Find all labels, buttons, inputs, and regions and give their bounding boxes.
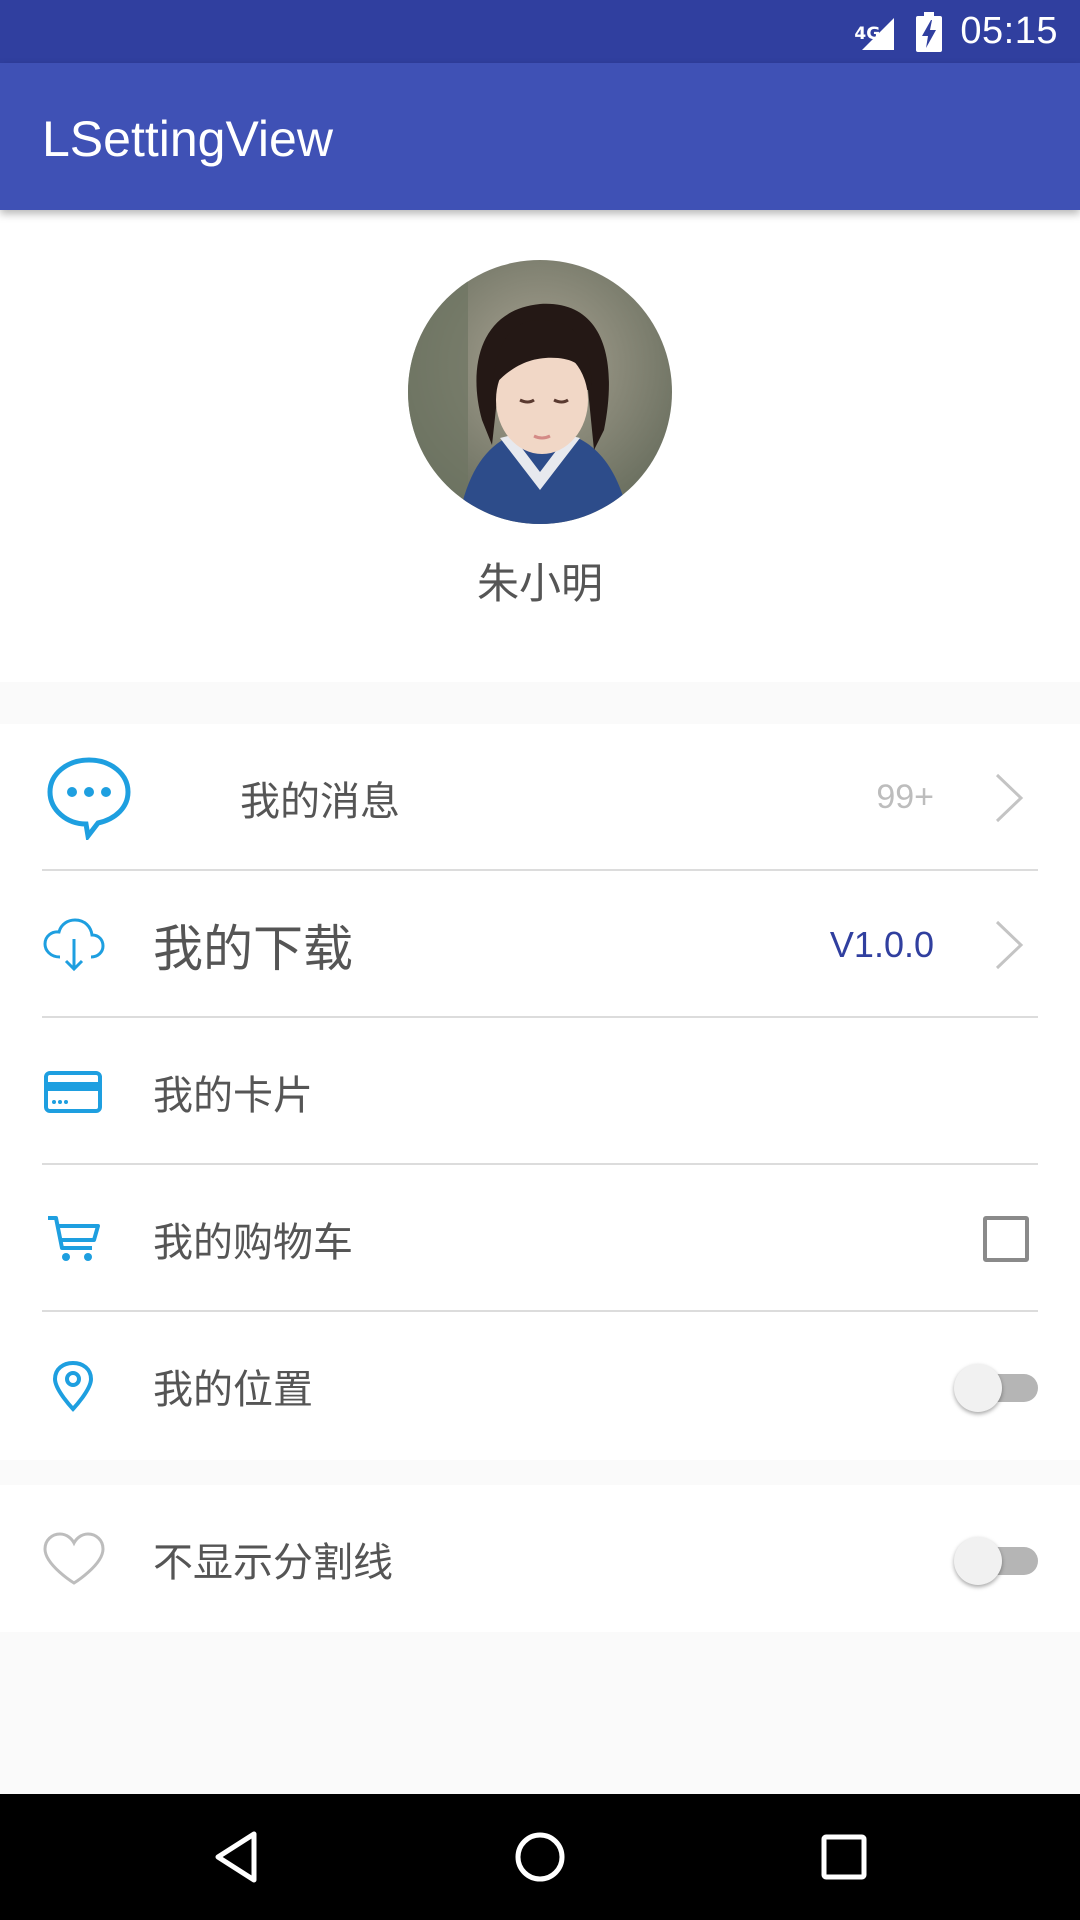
status-time: 05:15 [960,10,1058,52]
setting-row-messages[interactable]: 我的消息 99+ [0,724,1080,871]
hide-divider-label: 不显示分割线 [153,1539,393,1586]
location-pin-icon [52,1312,94,1459]
cards-label: 我的卡片 [153,1072,313,1119]
settings-group-secondary: 不显示分割线 [0,1485,1080,1632]
status-bar: 4G 05:15 [0,0,1080,63]
credit-card-icon [44,1018,102,1165]
location-switch[interactable] [954,1362,1038,1412]
app-bar: LSettingView [0,63,1080,210]
hide-divider-switch[interactable] [954,1535,1038,1585]
setting-row-location[interactable]: 我的位置 [0,1312,1080,1459]
downloads-label: 我的下载 [153,919,353,978]
setting-row-downloads[interactable]: 我的下载 V1.0.0 [0,871,1080,1018]
switch-thumb [954,1364,1002,1412]
status-icons: 4G 05:15 [854,0,1058,63]
navigation-bar [0,1794,1080,1920]
downloads-version: V1.0.0 [829,923,934,965]
chat-bubble-icon [46,724,132,871]
cart-icon [46,1165,100,1312]
username: 朱小明 [476,559,603,608]
setting-row-cards[interactable]: 我的卡片 [0,1018,1080,1165]
back-icon[interactable] [176,1794,296,1920]
chevron-right-icon [994,724,1024,871]
avatar[interactable] [408,260,672,524]
messages-badge: 99+ [876,778,934,816]
home-icon[interactable] [480,1794,600,1920]
recents-icon[interactable] [784,1794,904,1920]
setting-row-cart[interactable]: 我的购物车 [0,1165,1080,1312]
app-title: LSettingView [42,111,333,167]
messages-label: 我的消息 [240,778,400,825]
switch-thumb [954,1537,1002,1585]
chevron-right-icon [994,871,1024,1018]
cart-label: 我的购物车 [153,1219,353,1266]
setting-row-hide-divider[interactable]: 不显示分割线 [0,1485,1080,1632]
battery-charging-icon [916,11,943,52]
signal-icon: 4G [854,12,898,52]
settings-group-main: 我的消息 99+ 我的下载 V1.0.0 我的卡片 我的购物车 我的位置 [0,724,1080,1460]
location-label: 我的位置 [153,1366,313,1413]
cloud-download-icon [42,871,106,1018]
heart-icon [42,1485,106,1632]
cart-checkbox[interactable] [983,1216,1029,1262]
profile-section: 朱小明 [0,210,1080,682]
screen: 4G 05:15 LSettingView 朱小明 我的消息 99+ 我的下载 … [0,0,1080,1920]
